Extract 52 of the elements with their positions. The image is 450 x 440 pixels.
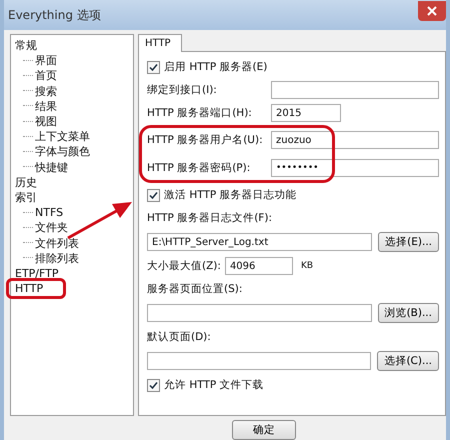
tree-item[interactable]: 常规	[15, 38, 129, 54]
close-button[interactable]	[418, 1, 446, 21]
checkbox[interactable]	[147, 378, 160, 392]
browse-button[interactable]: 浏览(B)...	[378, 303, 439, 323]
check-icon	[149, 190, 158, 200]
field-label: HTTP 服务器日志文件(F):	[147, 211, 272, 225]
checkbox[interactable]	[147, 60, 160, 74]
annotation-arrow	[67, 202, 132, 240]
input-field[interactable]: E:\HTTP_Server_Log.txt	[147, 233, 372, 251]
password-field[interactable]: ••••••••	[271, 159, 439, 177]
field-label: HTTP 服务器端口(H):	[147, 106, 253, 120]
check-icon	[149, 380, 158, 390]
checkbox-label: 启用 HTTP 服务器(E)	[164, 60, 268, 74]
field-label: 大小最大值(Z):	[147, 259, 221, 273]
tree-item[interactable]: 文件夹	[35, 220, 68, 236]
ok-button[interactable]: 确定	[232, 420, 296, 440]
browse-button[interactable]: 选择(C)...	[377, 351, 439, 371]
tree-item[interactable]: 上下文菜单	[35, 129, 90, 144]
tree-item[interactable]: NTFS	[35, 205, 64, 220]
tree-item[interactable]: 文件列表	[35, 236, 79, 251]
tree-item[interactable]: 索引	[15, 190, 129, 206]
tree-item[interactable]: 搜索	[35, 84, 57, 99]
field-label: HTTP 服务器密码(P):	[147, 161, 252, 175]
field-label: 默认页面(D):	[147, 330, 211, 344]
tab[interactable]: HTTP	[138, 34, 182, 52]
close-icon	[427, 6, 437, 16]
input-field[interactable]	[271, 81, 439, 99]
input-field[interactable]	[147, 352, 372, 370]
input-field[interactable]	[147, 304, 372, 322]
tree-item[interactable]: 快捷键	[35, 160, 68, 175]
input-field[interactable]: zuozuo	[271, 131, 439, 149]
tree-item[interactable]: 历史	[15, 174, 129, 190]
tree-item[interactable]: 首页	[35, 68, 57, 84]
checkbox-label: 允许 HTTP 文件下载	[164, 378, 264, 392]
unit-label: KB	[300, 261, 314, 271]
tree-item[interactable]: HTTP	[15, 282, 44, 296]
check-icon	[149, 62, 158, 72]
browse-button[interactable]: 选择(E)...	[378, 232, 439, 252]
tree-item[interactable]: 结果	[35, 98, 57, 114]
field-label: HTTP 服务器用户名(U):	[147, 133, 264, 147]
input-field[interactable]: 2015	[271, 104, 341, 122]
window-title: Everything 选项	[8, 6, 101, 24]
input-field[interactable]: 4096	[224, 257, 293, 275]
checkbox[interactable]	[147, 188, 160, 202]
tree-item[interactable]: 界面	[35, 53, 57, 68]
checkbox-label: 激活 HTTP 服务器日志功能	[164, 188, 297, 202]
tree-item[interactable]: 字体与颜色	[35, 144, 90, 160]
field-label: 绑定到接口(I):	[147, 83, 218, 97]
tree-item[interactable]: 排除列表	[35, 250, 79, 266]
tree-item[interactable]: 视图	[35, 114, 57, 130]
tree-item[interactable]: ETP/FTP	[15, 266, 129, 282]
field-label: 服务器页面位置(S):	[147, 282, 242, 296]
